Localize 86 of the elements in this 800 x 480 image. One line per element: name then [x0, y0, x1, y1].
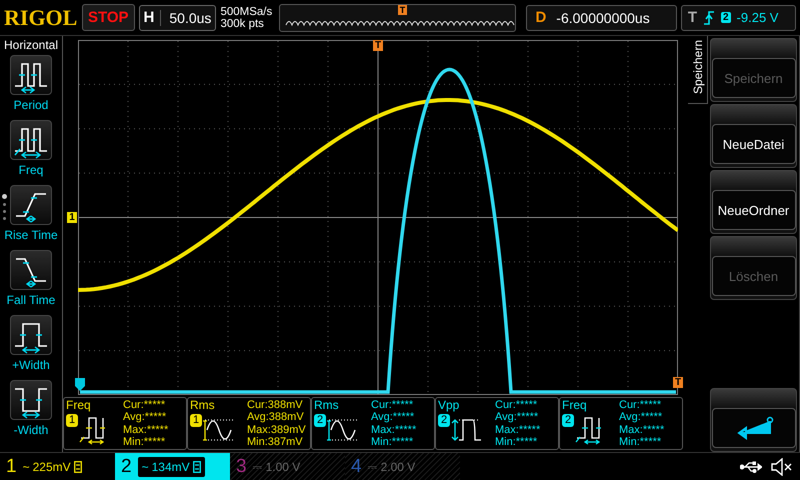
brand-logo: RIGOL [4, 4, 78, 30]
measurement-value: Min:***** [619, 436, 662, 448]
channel-tab[interactable]: 4 ⎓ 2.00 V [345, 453, 460, 480]
timebase-label: H [144, 9, 154, 26]
menu-tab-label: Speichern [690, 40, 704, 94]
menu-key[interactable] [10, 185, 52, 225]
measurement-name: Vpp [438, 399, 460, 412]
trigger-label: T [688, 9, 697, 26]
usb-icon [740, 460, 762, 472]
speaker-muted-icon[interactable] [770, 458, 792, 476]
page-dot[interactable] [3, 210, 6, 213]
trigger-marker[interactable]: T [373, 40, 383, 51]
channel-scale: 134mV [152, 460, 190, 474]
measurement-value: Avg:388mV [247, 411, 305, 424]
measurement-value: Cur:***** [619, 399, 662, 412]
channel-number: 4 [351, 456, 362, 478]
rising-edge-icon [702, 10, 715, 26]
measurement-value: Avg:***** [619, 411, 664, 424]
channel-tab[interactable]: 3 ⎓ 1.00 V [230, 453, 345, 480]
delay-label: D [535, 9, 546, 26]
channel-badge: 2 [438, 414, 450, 427]
sample-rate: 500MSa/s [220, 6, 274, 18]
menu-label: +Width [12, 358, 50, 372]
channel-number: 1 [6, 456, 17, 478]
measurement-value: Max:***** [123, 424, 168, 436]
softkey-button[interactable]: NeueOrdner [712, 190, 796, 230]
measurement-value: Max:389mV [247, 424, 306, 436]
channel-badge: 2 [314, 414, 326, 427]
channel-number: 3 [236, 456, 247, 478]
measurement-name: Rms [314, 399, 340, 412]
menu-label: Period [14, 98, 48, 112]
channel-tab[interactable]: 2 ~ 134mV [115, 453, 230, 480]
measurement-name: Rms [190, 399, 216, 412]
menu-key[interactable] [10, 120, 52, 160]
channel-tab[interactable]: 1 ~ 225mV [0, 453, 115, 480]
channel-badge: 1 [66, 414, 78, 427]
menu-label: Freq [18, 163, 44, 177]
measurement-name: Freq [66, 399, 92, 412]
measurement-name: Freq [562, 399, 588, 412]
measurement-value: Avg:***** [371, 411, 416, 424]
menu-key[interactable] [10, 250, 52, 290]
measurement-value: Min:***** [371, 436, 414, 448]
measurement-value: Cur:***** [495, 399, 538, 412]
coupling-symbol: ⎓ [252, 460, 263, 474]
memory-depth: 300k pts [220, 18, 265, 30]
back-button[interactable] [712, 408, 796, 448]
timebase-value: 50.0us [160, 10, 212, 26]
measurement-value: Avg:***** [123, 411, 168, 424]
channel-scale: 1.00 V [266, 460, 300, 474]
measurement-value: Min:387mV [247, 436, 304, 448]
channel-scale: 225mV [32, 460, 71, 474]
channel-number: 2 [121, 456, 132, 478]
measurement-value: Cur:***** [123, 399, 166, 412]
measurement-value: Max:***** [619, 424, 664, 436]
menu-title: Horizontal [4, 37, 58, 54]
menu-key[interactable] [10, 315, 52, 355]
menu-label: Fall Time [6, 293, 56, 307]
softkey-button[interactable]: NeueDatei [712, 124, 796, 164]
coupling-symbol: ~ [22, 460, 30, 474]
coupling-symbol: ~ [142, 460, 149, 474]
measurement-value: Max:***** [495, 424, 540, 436]
page-dot[interactable] [3, 217, 6, 220]
page-dot[interactable] [2, 194, 7, 199]
measurement-value: Cur:388mV [247, 399, 304, 412]
measurement-value: Cur:***** [371, 399, 414, 412]
measurement-value: Min:***** [123, 436, 166, 448]
trigger-source-badge: 2 [720, 12, 731, 23]
trigger-position-marker: T [398, 4, 407, 14]
menu-label: Rise Time [4, 228, 58, 242]
menu-key[interactable] [10, 380, 52, 420]
trigger-level: -9.25 V [736, 10, 778, 25]
trigger-level-marker[interactable]: T [673, 377, 683, 388]
measurement-value: Min:***** [495, 436, 538, 448]
measurement-value: Max:***** [371, 424, 416, 436]
menu-label: -Width [14, 423, 48, 437]
channel-scale: 2.00 V [380, 460, 416, 474]
run-stop-button[interactable]: STOP [82, 4, 135, 31]
page-dot[interactable] [3, 203, 6, 206]
menu-key[interactable] [10, 55, 52, 95]
coupling-symbol: ⎓ [368, 460, 378, 474]
measurement-value: Avg:***** [495, 411, 540, 424]
delay-value: -6.00000000us [556, 10, 650, 26]
channel-badge: 1 [190, 414, 202, 427]
channel-badge: 2 [562, 414, 574, 427]
channel-offset-marker[interactable] [75, 378, 85, 391]
channel-marker[interactable]: 1 [67, 212, 77, 223]
